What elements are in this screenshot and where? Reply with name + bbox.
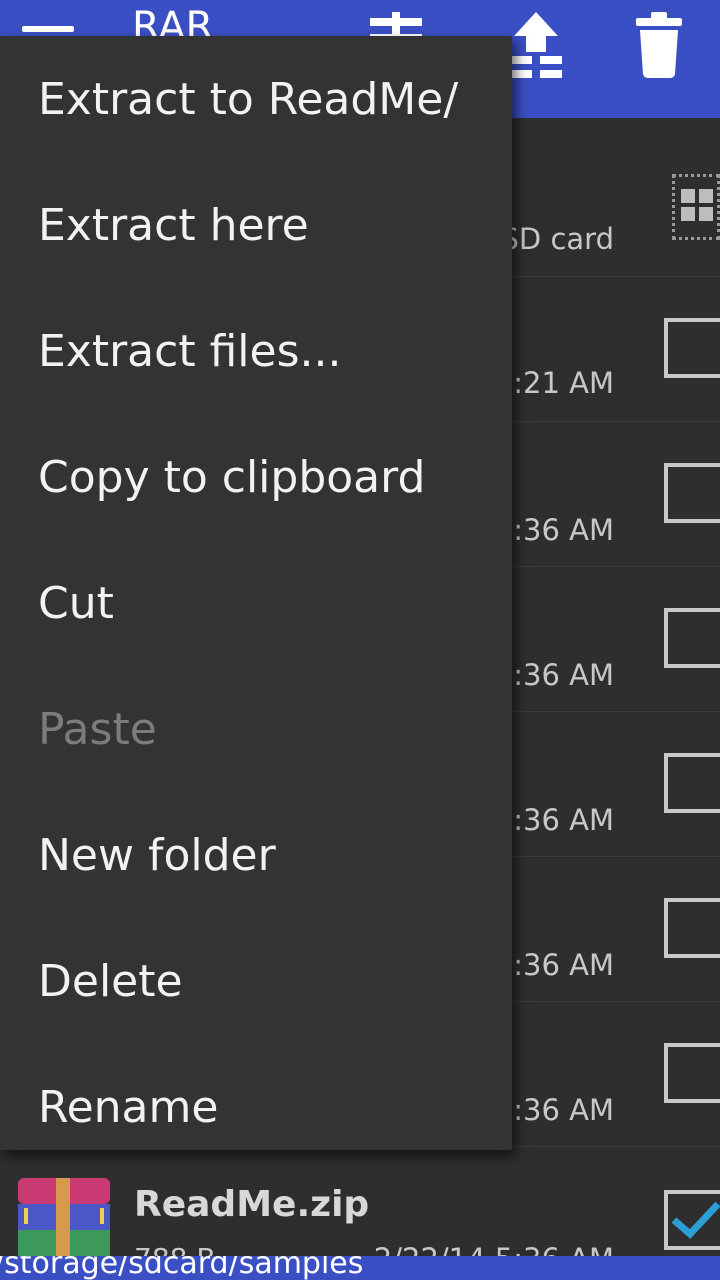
file-name: ReadMe.zip	[134, 1184, 370, 1225]
grid-view-icon[interactable]	[672, 174, 720, 240]
select-checkbox-checked[interactable]	[664, 1190, 720, 1250]
select-checkbox[interactable]	[664, 898, 720, 958]
storage-label: SD card	[500, 222, 615, 256]
extract-icon[interactable]	[506, 12, 566, 86]
path-bar: /storage/sdcard/samples	[0, 1256, 720, 1280]
menu-item-extract-files[interactable]: Extract files...	[38, 326, 341, 377]
menu-item-extract-here[interactable]: Extract here	[38, 200, 309, 251]
file-date: 2/22/14 5:36 AM	[374, 1242, 614, 1256]
check-icon	[671, 1201, 720, 1239]
menu-item-delete[interactable]: Delete	[38, 956, 183, 1007]
file-time: :36 AM	[513, 948, 614, 982]
file-time: 5:36 AM	[494, 658, 614, 692]
select-checkbox[interactable]	[664, 463, 720, 523]
file-size: 788 B	[134, 1242, 216, 1256]
menu-item-extract-to[interactable]: Extract to ReadMe/	[38, 74, 458, 125]
zip-archive-icon	[18, 1178, 110, 1258]
select-checkbox[interactable]	[664, 608, 720, 668]
file-time: 0:21 AM	[494, 366, 614, 400]
select-checkbox[interactable]	[664, 753, 720, 813]
select-checkbox[interactable]	[664, 318, 720, 378]
menu-item-new-folder[interactable]: New folder	[38, 830, 276, 881]
file-time: 5:36 AM	[494, 1093, 614, 1127]
file-time: 5:36 AM	[494, 513, 614, 547]
current-path: /storage/sdcard/samples	[0, 1256, 364, 1280]
menu-item-copy[interactable]: Copy to clipboard	[38, 452, 425, 503]
menu-item-rename[interactable]: Rename	[38, 1082, 218, 1133]
context-menu: Extract to ReadMe/ Extract here Extract …	[0, 36, 512, 1150]
file-time: 5:36 AM	[494, 803, 614, 837]
select-checkbox[interactable]	[664, 1043, 720, 1103]
menu-item-paste: Paste	[38, 704, 157, 755]
menu-item-cut[interactable]: Cut	[38, 578, 114, 629]
trash-icon[interactable]	[634, 12, 684, 82]
